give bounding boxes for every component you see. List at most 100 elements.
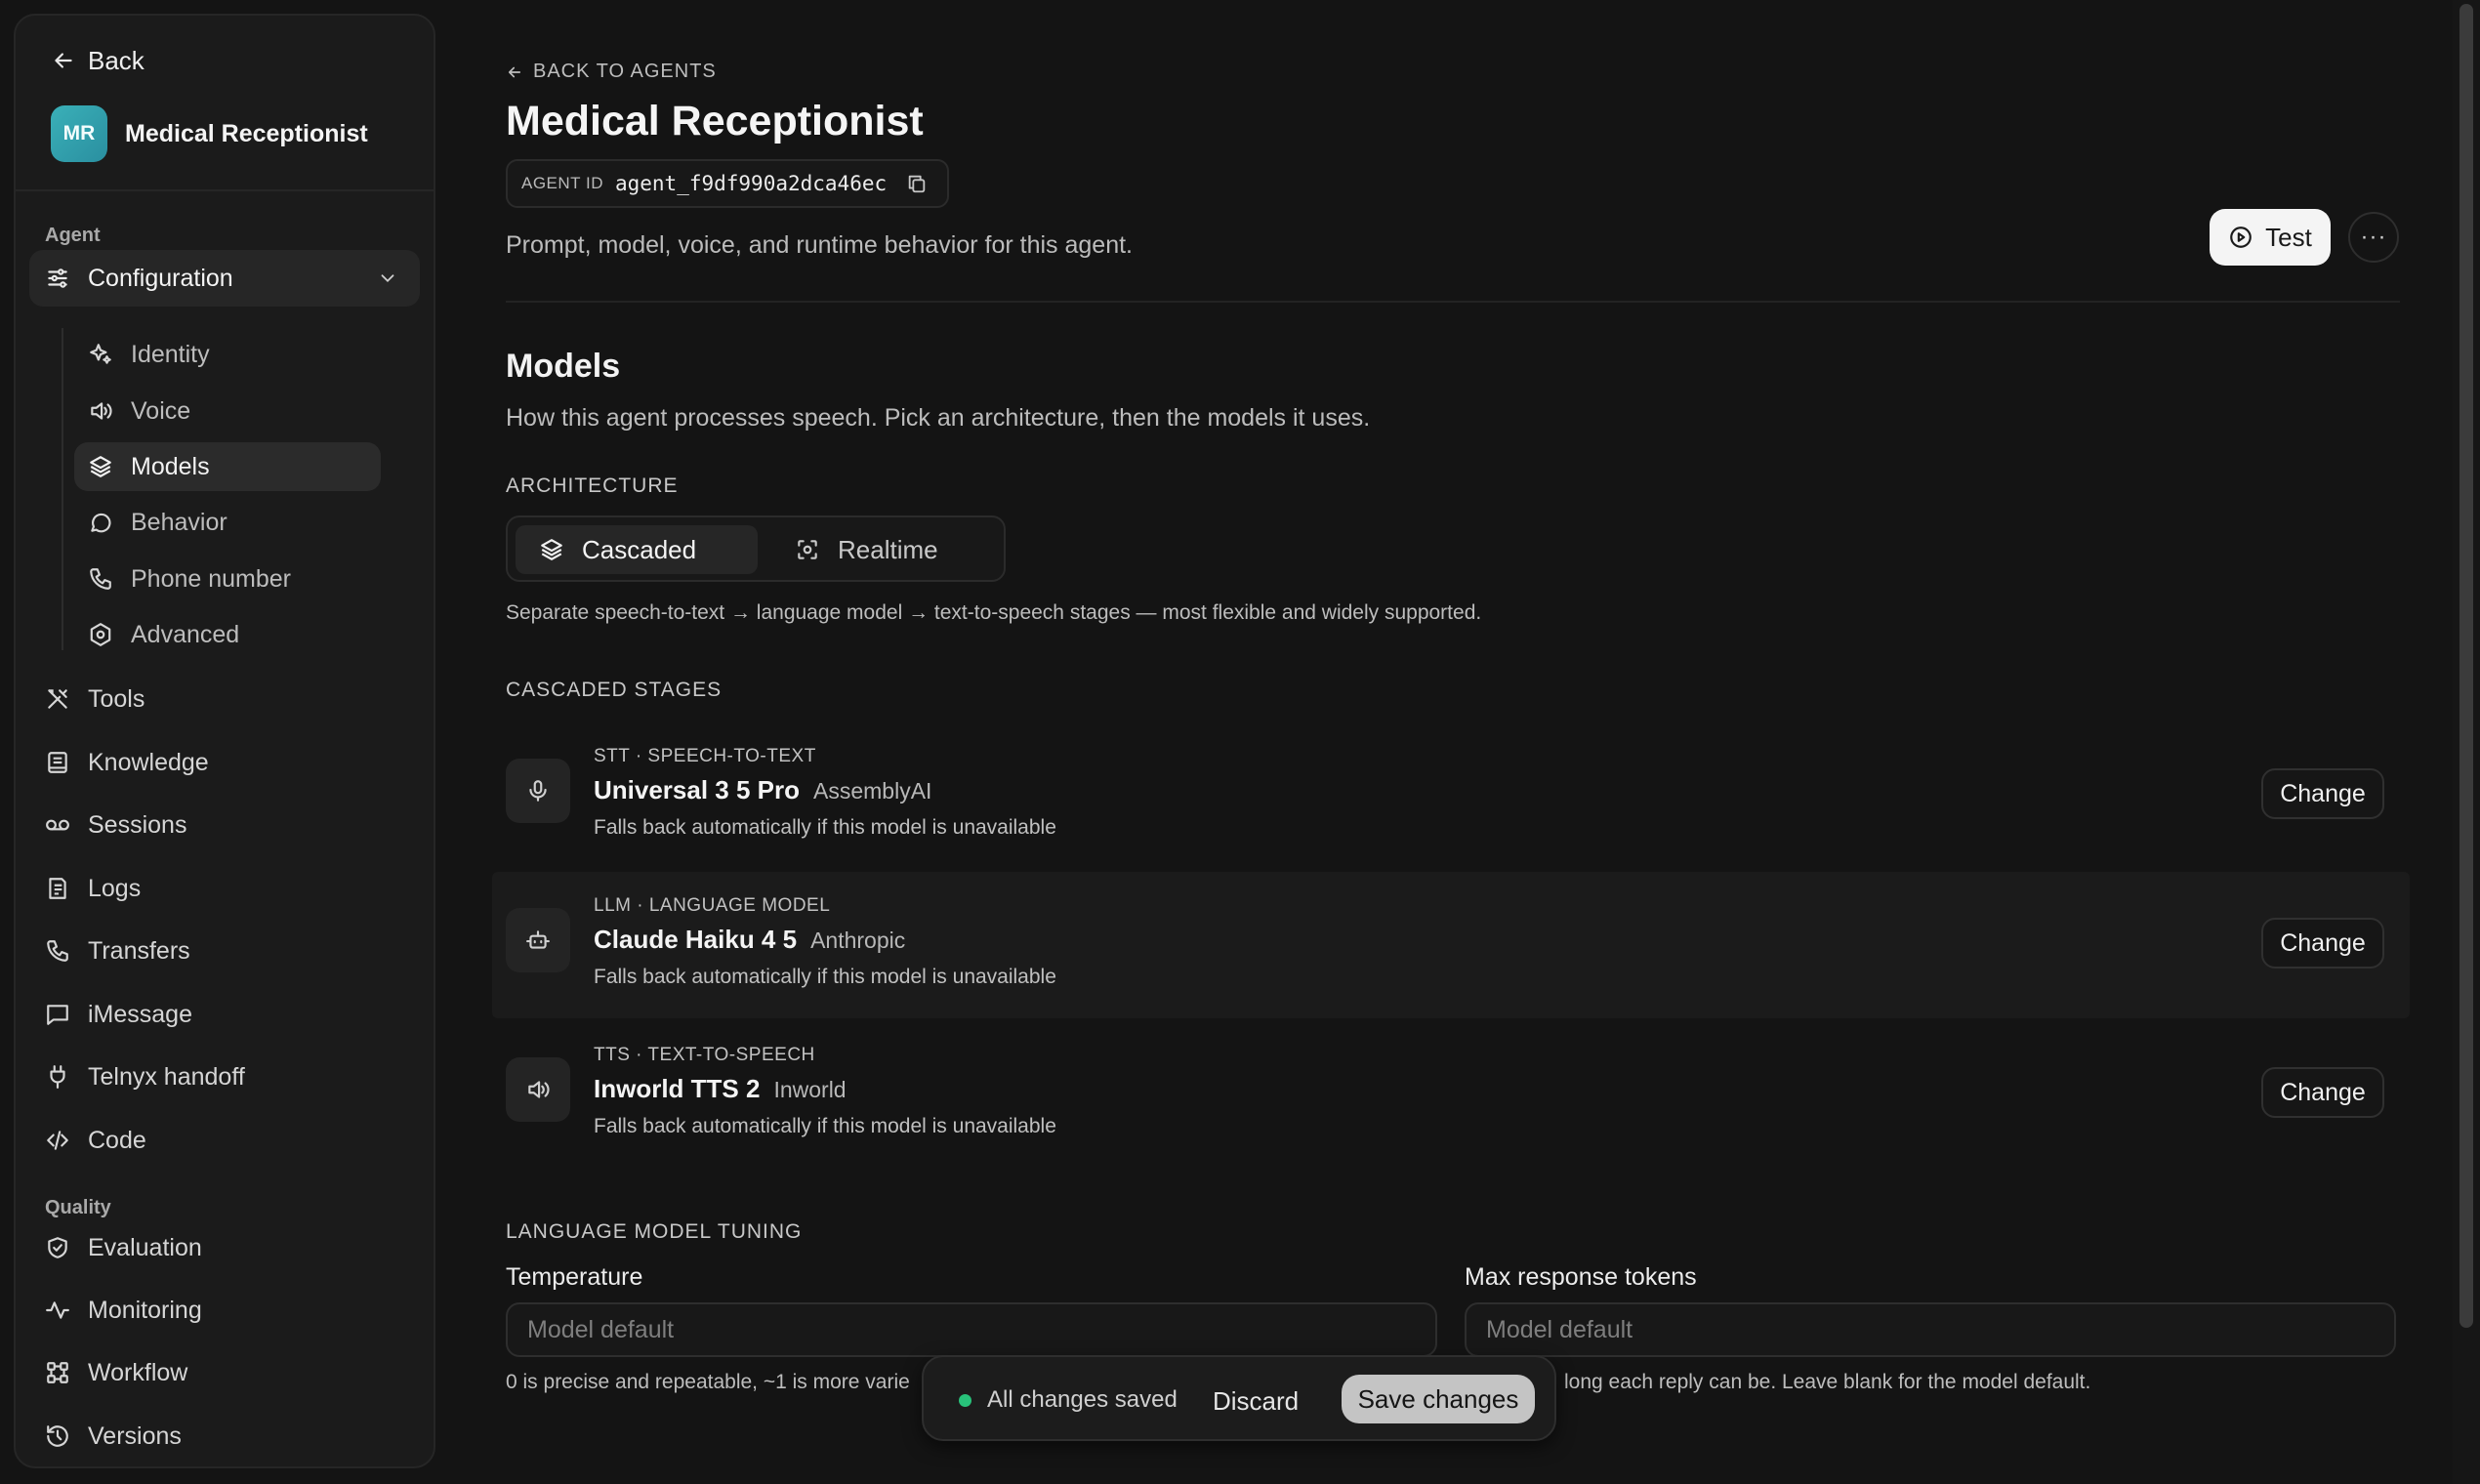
sidebar-item-sessions[interactable]: Sessions: [29, 797, 420, 853]
save-status-text: All changes saved: [987, 1386, 1178, 1413]
speaker-icon: [528, 1081, 550, 1098]
architecture-option-cascaded[interactable]: Cascaded: [516, 525, 758, 574]
scrollbar-thumb[interactable]: [2459, 4, 2473, 1328]
avatar: MR: [51, 105, 107, 162]
gear-icon: [90, 623, 111, 646]
stage-row-stt: STT · SPEECH-TO-TEXT Universal 3 5 Pro A…: [492, 722, 2410, 869]
stage-fallback-note: Falls back automatically if this model i…: [594, 816, 1056, 839]
page-title: Medical Receptionist: [506, 98, 924, 144]
max-tokens-input[interactable]: [1465, 1302, 2396, 1357]
page-description: Prompt, model, voice, and runtime behavi…: [506, 231, 1133, 259]
test-button[interactable]: Test: [2210, 209, 2331, 266]
sidebar-item-label: Voice: [131, 396, 191, 425]
workflow-icon: [47, 1362, 68, 1383]
sidebar-item-phone-number[interactable]: Phone number: [74, 555, 381, 603]
architecture-option-realtime[interactable]: Realtime: [771, 525, 1013, 574]
agent-id-label: AGENT ID: [521, 174, 603, 192]
sidebar-item-imessage[interactable]: iMessage: [29, 986, 420, 1043]
back-to-agents-link[interactable]: BACK TO AGENTS: [506, 61, 717, 83]
sidebar-item-label: Transfers: [88, 936, 190, 965]
chat-bubble-icon: [91, 513, 111, 533]
book-icon: [48, 752, 67, 773]
models-heading: Models: [506, 348, 621, 385]
sidebar-item-label: Models: [131, 452, 210, 480]
stage-model-line: Inworld TTS 2 Inworld: [594, 1074, 847, 1104]
sidebar-item-label: Phone number: [131, 564, 292, 593]
sidebar-item-label: Configuration: [88, 264, 233, 292]
code-icon: [47, 1131, 68, 1150]
architecture-toggle: Cascaded Realtime: [506, 515, 1006, 582]
copy-icon[interactable]: [906, 173, 928, 194]
status-dot: [959, 1393, 971, 1407]
sidebar-item-models[interactable]: Models: [74, 442, 381, 491]
models-description: How this agent processes speech. Pick an…: [506, 404, 1371, 432]
microphone-icon: [529, 780, 547, 802]
agent-id-value: agent_f9df990a2dca46ec: [614, 172, 888, 195]
back-to-agents-label: BACK TO AGENTS: [533, 61, 717, 82]
stage-row-llm: LLM · LANGUAGE MODEL Claude Haiku 4 5 An…: [492, 872, 2410, 1018]
save-status: All changes saved: [959, 1386, 1178, 1414]
plug-icon: [50, 1065, 65, 1089]
sidebar-item-tools[interactable]: Tools: [29, 671, 420, 727]
more-options-button[interactable]: ···: [2348, 212, 2399, 263]
stage-fallback-note: Falls back automatically if this model i…: [594, 966, 1056, 988]
phone-forward-icon: [47, 940, 68, 962]
message-icon: [47, 1005, 68, 1025]
sidebar-item-configuration[interactable]: Configuration: [29, 250, 420, 307]
change-stt-button[interactable]: Change: [2261, 768, 2384, 819]
sidebar-item-code[interactable]: Code: [29, 1112, 420, 1169]
sidebar-item-evaluation[interactable]: Evaluation: [29, 1219, 420, 1276]
temperature-hint: 0 is precise and repeatable, ~1 is more …: [506, 1371, 910, 1393]
stage-model-name: Inworld TTS 2: [594, 1074, 761, 1103]
architecture-option-label: Cascaded: [582, 534, 697, 564]
sidebar-item-label: iMessage: [88, 1000, 192, 1028]
stage-kind: LLM · LANGUAGE MODEL: [594, 895, 831, 916]
change-llm-button[interactable]: Change: [2261, 918, 2384, 969]
sidebar-item-advanced[interactable]: Advanced: [74, 610, 381, 659]
sidebar-item-label: Advanced: [131, 620, 240, 648]
sidebar-item-behavior[interactable]: Behavior: [74, 498, 381, 547]
stage-icon-box: [506, 908, 570, 972]
sidebar-item-logs[interactable]: Logs: [29, 860, 420, 917]
sidebar-header: Back MR Medical Receptionist: [16, 16, 434, 191]
stage-model-line: Universal 3 5 Pro AssemblyAI: [594, 775, 931, 805]
agent-name: Medical Receptionist: [125, 119, 368, 147]
sidebar-item-label: Workflow: [88, 1358, 188, 1386]
sidebar-item-workflow[interactable]: Workflow: [29, 1344, 420, 1401]
sidebar-item-label: Telnyx handoff: [88, 1062, 245, 1091]
change-tts-button[interactable]: Change: [2261, 1067, 2384, 1118]
log-icon: [49, 878, 66, 899]
scrollbar[interactable]: [2453, 0, 2480, 1484]
stage-kind: STT · SPEECH-TO-TEXT: [594, 746, 816, 766]
tools-icon: [48, 689, 67, 709]
sidebar-item-monitoring[interactable]: Monitoring: [29, 1282, 420, 1339]
cascaded-stages-label: CASCADED STAGES: [506, 679, 723, 701]
chevron-down-icon: [381, 274, 394, 283]
shield-check-icon: [48, 1237, 67, 1258]
sidebar-item-label: Versions: [88, 1422, 182, 1450]
sidebar-item-identity[interactable]: Identity: [74, 330, 381, 379]
sidebar-item-label: Logs: [88, 874, 142, 902]
sidebar-item-label: Behavior: [131, 508, 227, 536]
sidebar-item-transfers[interactable]: Transfers: [29, 923, 420, 979]
robot-icon: [526, 930, 550, 949]
architecture-label: ARCHITECTURE: [506, 474, 679, 497]
temperature-input[interactable]: [506, 1302, 1437, 1357]
sidebar-item-voice[interactable]: Voice: [74, 387, 381, 435]
sidebar-item-knowledge[interactable]: Knowledge: [29, 734, 420, 791]
back-button[interactable]: Back: [51, 45, 398, 76]
stage-provider: AssemblyAI: [813, 778, 932, 804]
realtime-icon: [798, 540, 817, 559]
architecture-hint: Separate speech-to-text → language model…: [506, 601, 1482, 624]
max-tokens-label: Max response tokens: [1465, 1263, 1697, 1291]
sidebar-item-telnyx-handoff[interactable]: Telnyx handoff: [29, 1049, 420, 1105]
sidebar-item-versions[interactable]: Versions: [29, 1408, 420, 1464]
sliders-icon: [48, 268, 67, 288]
stage-row-tts: TTS · TEXT-TO-SPEECH Inworld TTS 2 Inwor…: [492, 1021, 2410, 1168]
sidebar-item-label: Sessions: [88, 810, 187, 839]
section-label-quality: Quality: [45, 1197, 111, 1218]
layers-icon: [541, 539, 562, 560]
save-bar: All changes saved Discard Save changes: [922, 1355, 1556, 1441]
save-changes-button[interactable]: Save changes: [1342, 1375, 1535, 1423]
discard-button[interactable]: Discard: [1213, 1386, 1299, 1417]
